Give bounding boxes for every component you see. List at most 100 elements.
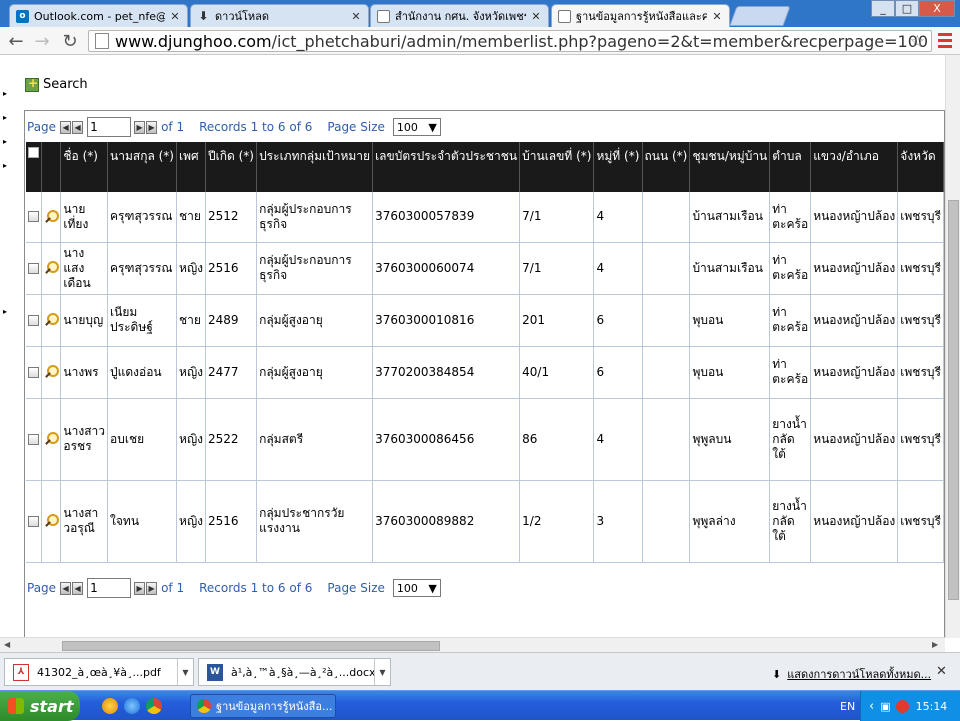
close-icon[interactable]: ✕: [169, 10, 181, 23]
column-header-moo[interactable]: หมู่ที่ (*): [593, 142, 643, 192]
last-page-icon[interactable]: ▶: [146, 581, 158, 595]
row-select-cell[interactable]: [26, 480, 43, 563]
language-indicator[interactable]: EN: [840, 700, 855, 713]
column-header-target-group[interactable]: ประเภทกลุ่มเป้าหมาย: [256, 142, 374, 192]
row-view-cell[interactable]: [41, 480, 62, 563]
taskbar-chrome-window[interactable]: ฐานข้อมูลการรู้หนังสือ...: [190, 694, 336, 718]
side-arrow-icon[interactable]: ▸: [3, 307, 7, 316]
alert-icon[interactable]: [895, 699, 909, 713]
tab-literacy-db[interactable]: ฐานข้อมูลการรู้หนังสือและคว ✕: [551, 4, 730, 27]
next-page-icon[interactable]: ▶: [134, 120, 146, 134]
column-header-birth-year[interactable]: ปีเกิด (*): [205, 142, 258, 192]
page-size-select[interactable]: 100 ▼: [392, 118, 441, 136]
view-magnifier-icon[interactable]: [44, 432, 60, 446]
horizontal-scroll-thumb[interactable]: [62, 641, 440, 651]
quicklaunch-icon[interactable]: [102, 698, 118, 714]
row-view-cell[interactable]: [41, 398, 62, 481]
prev-page-icon[interactable]: ◀: [72, 120, 84, 134]
internet-explorer-icon[interactable]: [124, 698, 140, 714]
table-row[interactable]: นายบุญ เนียมประดิษฐ์ ชาย 2489 กลุ่มผู้สูงอาย…: [26, 294, 944, 347]
row-checkbox[interactable]: [28, 262, 40, 274]
row-select-cell[interactable]: [26, 398, 43, 481]
new-tab-button[interactable]: [729, 6, 791, 26]
first-page-icon[interactable]: ◀: [60, 581, 72, 595]
close-icon[interactable]: ✕: [936, 664, 947, 679]
scroll-right-icon[interactable]: ▶: [932, 640, 938, 649]
side-arrow-icon[interactable]: ▸: [3, 137, 7, 146]
first-page-icon[interactable]: ◀: [60, 120, 72, 134]
back-arrow-icon[interactable]: ←: [6, 31, 26, 52]
select-all-header[interactable]: [26, 142, 43, 192]
minimize-button[interactable]: _: [871, 0, 895, 17]
maximize-button[interactable]: □: [895, 0, 919, 17]
search-toggle[interactable]: Search: [25, 76, 88, 92]
row-checkbox[interactable]: [28, 314, 40, 326]
side-arrow-icon[interactable]: ▸: [3, 89, 7, 98]
chevron-down-icon[interactable]: ▼: [177, 659, 193, 685]
chrome-menu-icon[interactable]: [938, 31, 952, 49]
table-row[interactable]: นางแสงเดือน ครุฑสุวรรณ หญิง 2516 กลุ่มผู้ประ…: [26, 242, 944, 295]
close-icon[interactable]: ✕: [350, 10, 362, 23]
column-header-sex[interactable]: เพศ: [176, 142, 207, 192]
page-number-input[interactable]: 1: [87, 117, 132, 137]
column-header-village[interactable]: ชุมชน/หมู่บ้าน: [689, 142, 771, 192]
side-arrow-icon[interactable]: ▸: [3, 161, 7, 170]
tab-outlook[interactable]: o Outlook.com - pet_nfe@hotn ✕: [9, 4, 188, 27]
column-header-last-name[interactable]: นามสกุล (*): [107, 142, 178, 192]
next-page-icon[interactable]: ▶: [134, 581, 146, 595]
tray-arrow-icon[interactable]: ‹: [869, 699, 874, 714]
vertical-scrollbar[interactable]: [945, 55, 960, 638]
last-page-icon[interactable]: ▶: [146, 120, 158, 134]
column-header-id-number[interactable]: เลขบัตรประจำตัวประชาชน: [372, 142, 521, 192]
forward-arrow-icon[interactable]: →: [32, 31, 52, 52]
network-icon[interactable]: ▣: [880, 700, 890, 713]
column-header-amphoe[interactable]: แขวง/อำเภอ: [810, 142, 899, 192]
column-header-road[interactable]: ถนน (*): [642, 142, 691, 192]
row-checkbox[interactable]: [28, 366, 40, 378]
row-view-cell[interactable]: [41, 192, 62, 243]
bookmark-star-icon[interactable]: ☆: [910, 32, 925, 52]
row-select-cell[interactable]: [26, 192, 43, 243]
show-all-downloads-link[interactable]: ⬇ แสดงการดาวน์โหลดทั้งหมด...: [772, 665, 931, 683]
prev-page-icon[interactable]: ◀: [72, 581, 84, 595]
close-window-button[interactable]: X: [919, 0, 955, 17]
column-header-first-name[interactable]: ชื่อ (*): [60, 142, 109, 192]
close-icon[interactable]: ✕: [530, 10, 542, 23]
download-item-pdf[interactable]: ⅄ 41302_à¸œà¸¥à¸...pdf ▼: [4, 658, 194, 686]
table-row[interactable]: นายเที่ยง ครุฑสุวรรณ ชาย 2512 กลุ่มผู้ประกอบ…: [26, 192, 944, 243]
row-checkbox[interactable]: [28, 433, 40, 445]
vertical-scroll-thumb[interactable]: [948, 200, 959, 600]
tab-office[interactable]: สำนักงาน กศน. จังหวัดเพชรบุ ✕: [370, 4, 549, 27]
close-icon[interactable]: ✕: [711, 10, 723, 23]
view-magnifier-icon[interactable]: [44, 209, 60, 224]
address-bar[interactable]: www.djunghoo.com/ict_phetchaburi/admin/m…: [88, 30, 932, 52]
column-header-tambon[interactable]: ตำบล: [769, 142, 812, 192]
select-all-checkbox[interactable]: [28, 147, 40, 158]
column-header-house-number[interactable]: บ้านเลขที่ (*): [519, 142, 595, 192]
row-checkbox[interactable]: [28, 515, 40, 527]
page-number-input[interactable]: 1: [87, 578, 132, 598]
row-checkbox[interactable]: [28, 211, 40, 223]
view-magnifier-icon[interactable]: [44, 514, 60, 528]
start-button[interactable]: start: [0, 691, 80, 721]
row-select-cell[interactable]: [26, 294, 43, 347]
chevron-down-icon[interactable]: ▼: [374, 659, 390, 685]
scroll-left-icon[interactable]: ◀: [4, 640, 10, 649]
table-row[interactable]: นางพร ปู่แดงอ่อน หญิง 2477 กลุ่มผู้สูงอายุ 37…: [26, 346, 944, 399]
reload-icon[interactable]: ↻: [60, 31, 80, 52]
row-select-cell[interactable]: [26, 242, 43, 295]
chrome-icon[interactable]: [146, 698, 162, 714]
row-view-cell[interactable]: [41, 346, 62, 399]
tab-download[interactable]: ⬇ ดาวน์โหลด ✕: [190, 4, 369, 27]
column-header-province[interactable]: จังหวัด: [897, 142, 944, 192]
horizontal-scrollbar[interactable]: ◀ ▶: [0, 637, 945, 652]
download-item-docx[interactable]: W à¹‚à¸™à¸§à¸—à¸²à¸...docx ▼: [198, 658, 391, 686]
row-select-cell[interactable]: [26, 346, 43, 399]
row-view-cell[interactable]: [41, 294, 62, 347]
table-row[interactable]: นางสาวอรชร อบเชย หญิง 2522 กลุ่มสตรี 37603000…: [26, 398, 944, 481]
view-magnifier-icon[interactable]: [44, 261, 60, 275]
view-magnifier-icon[interactable]: [44, 313, 60, 327]
row-view-cell[interactable]: [41, 242, 62, 295]
side-arrow-icon[interactable]: ▸: [3, 113, 7, 122]
view-magnifier-icon[interactable]: [44, 365, 60, 379]
